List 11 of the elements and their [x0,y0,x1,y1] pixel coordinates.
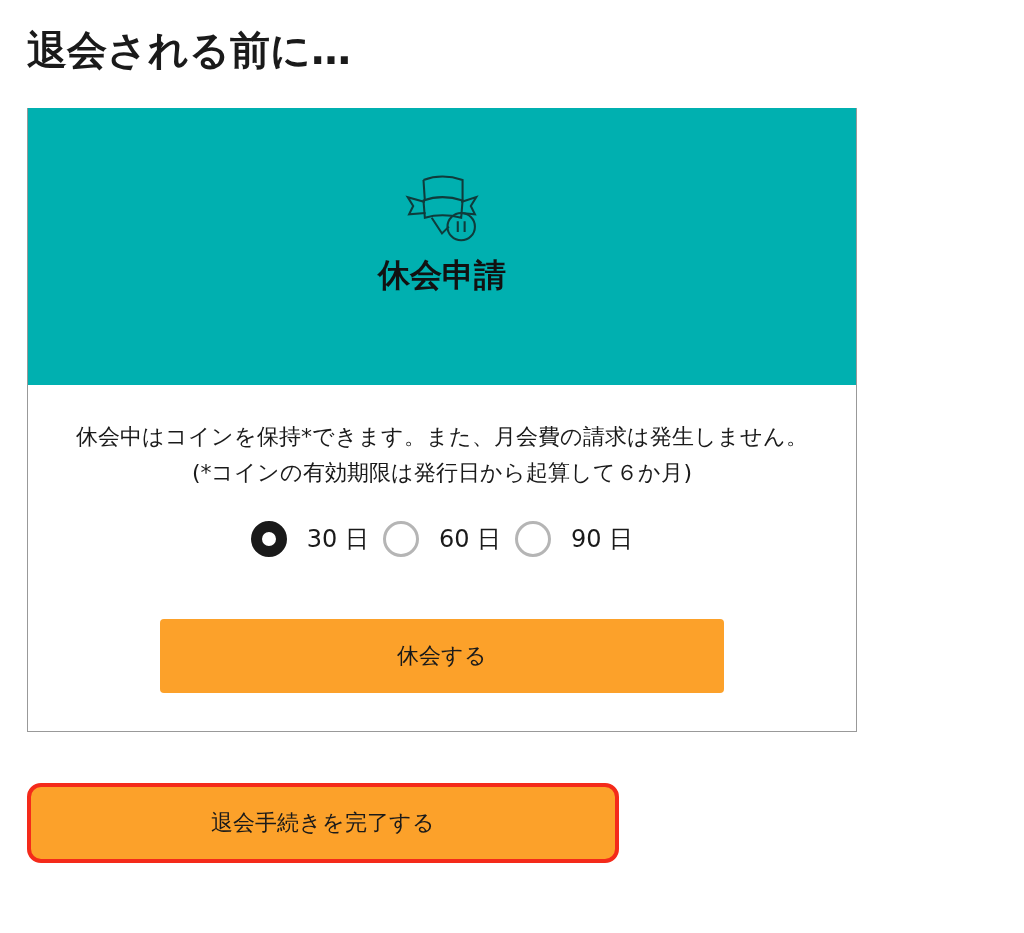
radio-button[interactable] [250,521,287,557]
radio-label[interactable]: 90 日 [571,523,634,555]
description-text: 休会中はコインを保持*できます。また、月会費の請求は発生しません。(*コインの有効期限は発行日から起算して６か月) [75,423,809,487]
suspend-button[interactable]: 休会する [160,619,724,693]
card-heading: 休会申請 [378,255,506,296]
complete-withdrawal-button[interactable]: 退会手続きを完了する [27,783,619,863]
radio-button[interactable] [382,521,419,557]
radio-label[interactable]: 60 日 [438,523,502,555]
radio-button[interactable] [515,521,552,557]
radio-label[interactable]: 30 日 [306,523,369,555]
page-title: 退会される前に… [27,26,352,75]
